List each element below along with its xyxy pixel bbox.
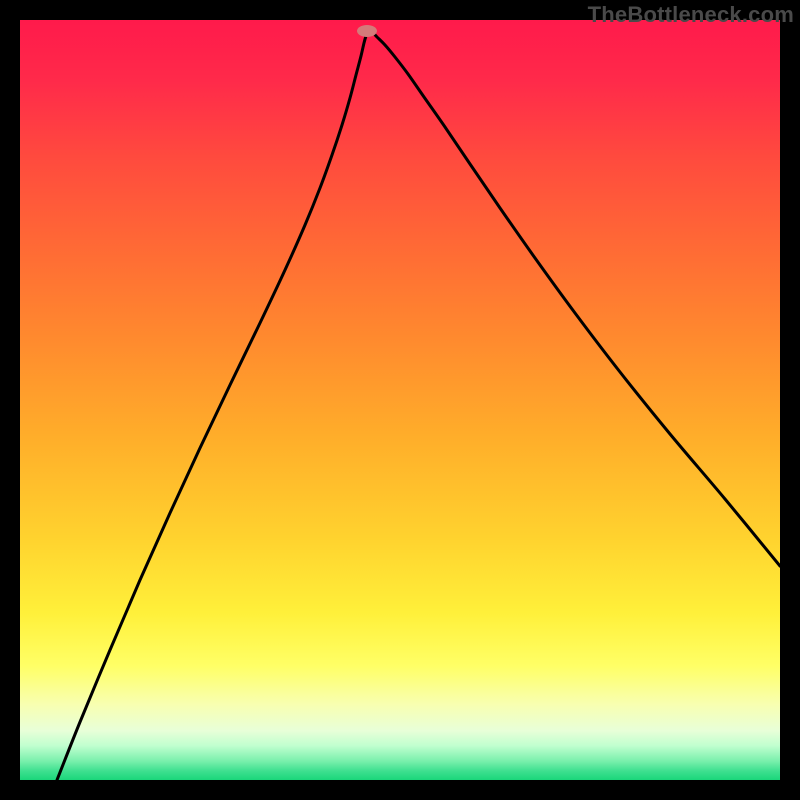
optimum-marker [357, 25, 377, 37]
chart-frame: TheBottleneck.com [0, 0, 800, 800]
chart-background-gradient [20, 20, 780, 780]
watermark-label: TheBottleneck.com [588, 2, 794, 28]
chart-plot-area [20, 20, 780, 780]
chart-svg [20, 20, 780, 780]
